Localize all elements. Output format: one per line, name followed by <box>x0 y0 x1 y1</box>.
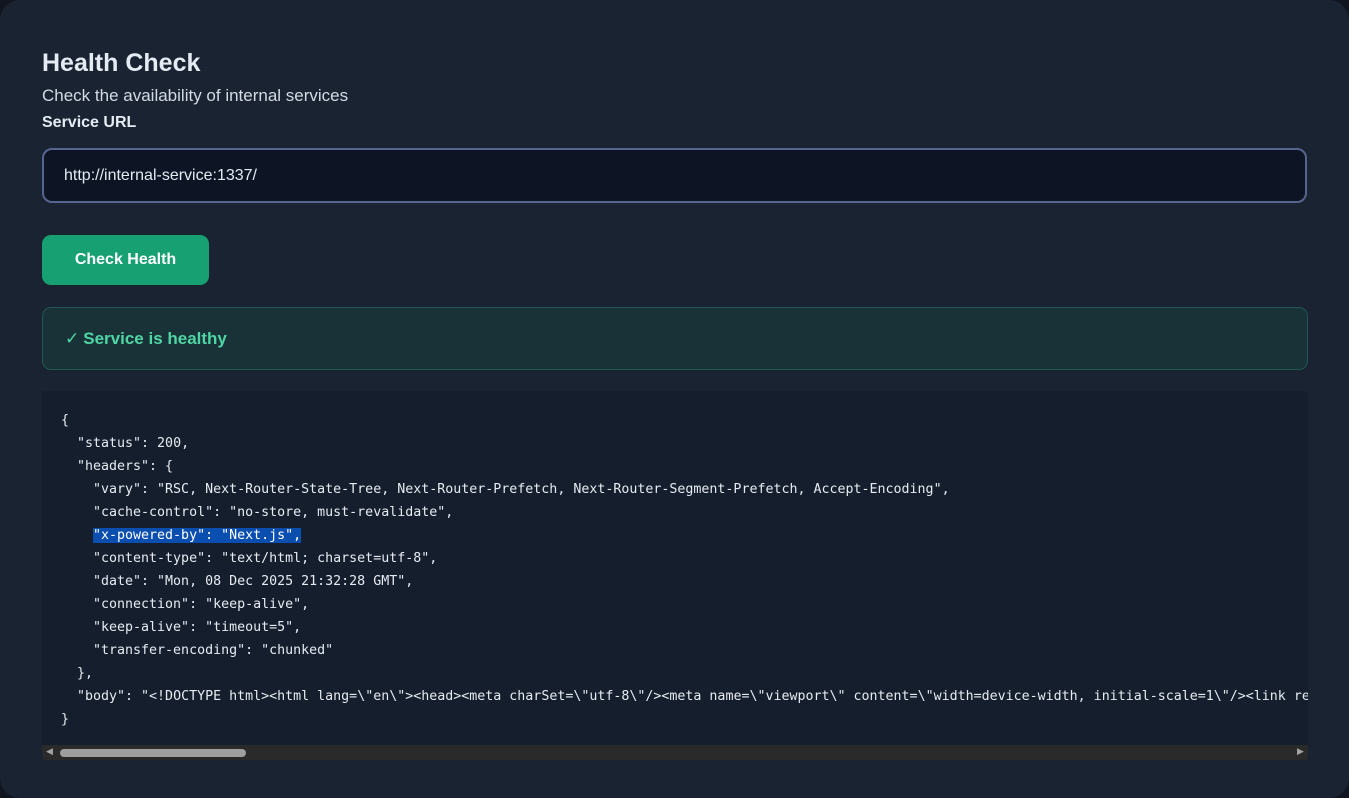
response-json: { "status": 200, "headers": { "vary": "RSC,… <box>42 391 1308 731</box>
service-url-input[interactable] <box>42 148 1307 203</box>
json-body-line: "body": "<!DOCTYPE html><html lang=\"en\… <box>77 689 1308 704</box>
json-header-transfer-encoding: "transfer-encoding": "chunked" <box>93 643 334 658</box>
json-headers-close: }, <box>77 666 94 681</box>
json-header-date: "date": "Mon, 08 Dec 2025 21:32:28 GMT", <box>93 574 414 589</box>
service-url-label: Service URL <box>42 114 137 131</box>
json-open-brace: { <box>61 413 70 428</box>
horizontal-scrollbar[interactable]: ◀ ▶ <box>42 745 1308 760</box>
json-header-vary: "vary": "RSC, Next-Router-State-Tree, Ne… <box>93 482 950 497</box>
response-output-panel[interactable]: { "status": 200, "headers": { "vary": "RSC,… <box>42 391 1308 760</box>
status-banner: ✓ Service is healthy <box>42 307 1308 370</box>
checkmark-icon: ✓ <box>65 328 80 348</box>
json-status-line: "status": 200, <box>77 436 190 451</box>
json-header-connection: "connection": "keep-alive", <box>93 597 310 612</box>
json-header-content-type: "content-type": "text/html; charset=utf-… <box>93 551 438 566</box>
check-health-button[interactable]: Check Health <box>42 235 209 285</box>
json-close-brace: } <box>61 712 70 727</box>
json-header-x-powered-by-line: "x-powered-by": "Next.js", <box>61 524 1308 547</box>
scroll-right-arrow-icon[interactable]: ▶ <box>1293 745 1308 760</box>
status-message: Service is healthy <box>83 328 227 348</box>
json-header-keep-alive: "keep-alive": "timeout=5", <box>93 620 302 635</box>
json-header-cache-control: "cache-control": "no-store, must-revalid… <box>93 505 454 520</box>
page-subtitle: Check the availability of internal servi… <box>42 86 349 105</box>
page-title: Health Check <box>42 49 201 77</box>
json-headers-open: "headers": { <box>77 459 174 474</box>
scroll-left-arrow-icon[interactable]: ◀ <box>42 745 57 760</box>
scrollbar-thumb[interactable] <box>60 749 246 757</box>
response-code-area[interactable]: { "status": 200, "headers": { "vary": "RSC,… <box>42 391 1308 745</box>
selected-text-highlight: "x-powered-by": "Next.js", <box>93 528 302 543</box>
